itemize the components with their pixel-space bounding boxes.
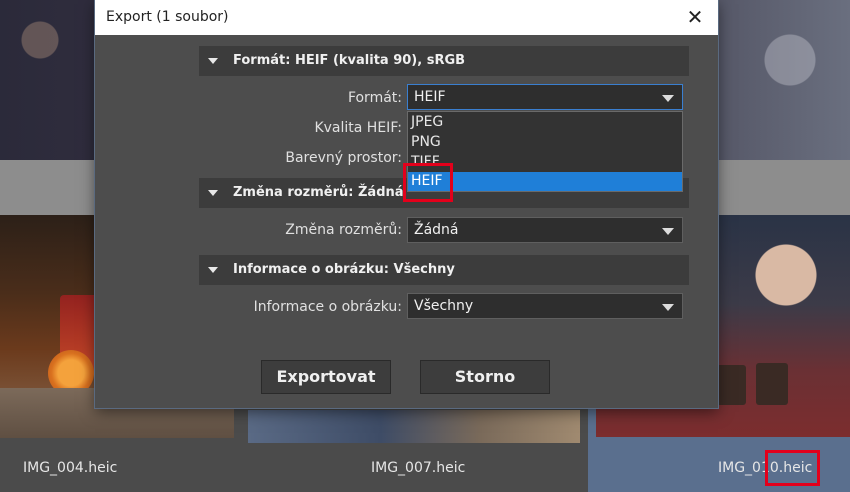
close-icon[interactable]: ✕ <box>682 5 708 29</box>
section-info-title: Informace o obrázku: Všechny <box>233 262 455 277</box>
section-info-header[interactable]: Informace o obrázku: Všechny <box>199 255 689 285</box>
highlight-heic-extension <box>765 450 820 486</box>
format-option-label: JPEG <box>411 114 444 130</box>
colorspace-label: Barevný prostor: <box>285 150 402 166</box>
resize-select-value: Žádná <box>414 222 459 238</box>
section-format-title: Formát: HEIF (kvalita 90), sRGB <box>233 53 466 68</box>
format-select[interactable]: HEIF <box>407 84 683 110</box>
cancel-button[interactable]: Storno <box>420 360 550 394</box>
collapse-triangle-icon <box>208 190 218 196</box>
chevron-down-icon <box>662 228 674 235</box>
format-option-label: PNG <box>411 134 441 150</box>
format-label: Formát: <box>347 90 402 106</box>
format-option-jpeg[interactable]: JPEG <box>408 113 682 132</box>
collapse-triangle-icon <box>208 58 218 64</box>
info-select-value: Všechny <box>414 298 474 314</box>
chevron-down-icon <box>662 95 674 102</box>
mug-right <box>756 363 788 405</box>
quality-label: Kvalita HEIF: <box>314 120 402 136</box>
caption-img-004: IMG_004.heic <box>23 460 118 476</box>
mug-left <box>714 365 746 405</box>
section-resize-title: Změna rozměrů: Žádná <box>233 185 404 200</box>
collapse-triangle-icon <box>208 267 218 273</box>
section-format-header[interactable]: Formát: HEIF (kvalita 90), sRGB <box>199 46 689 76</box>
resize-label: Změna rozměrů: <box>285 222 402 238</box>
format-select-value: HEIF <box>414 89 446 105</box>
dialog-title: Export (1 soubor) <box>106 9 229 25</box>
chevron-down-icon <box>662 304 674 311</box>
export-dialog: Export (1 soubor) ✕ Formát: HEIF (kvalit… <box>95 0 718 408</box>
dialog-titlebar[interactable]: Export (1 soubor) ✕ <box>95 0 718 35</box>
export-button[interactable]: Exportovat <box>261 360 391 394</box>
info-select[interactable]: Všechny <box>407 293 683 319</box>
resize-select[interactable]: Žádná <box>407 217 683 243</box>
thumbnail-img-007[interactable] <box>248 410 580 443</box>
highlight-heif-option <box>403 163 453 202</box>
info-label: Informace o obrázku: <box>253 299 402 315</box>
format-option-png[interactable]: PNG <box>408 133 682 152</box>
caption-img-007: IMG_007.heic <box>371 460 466 476</box>
